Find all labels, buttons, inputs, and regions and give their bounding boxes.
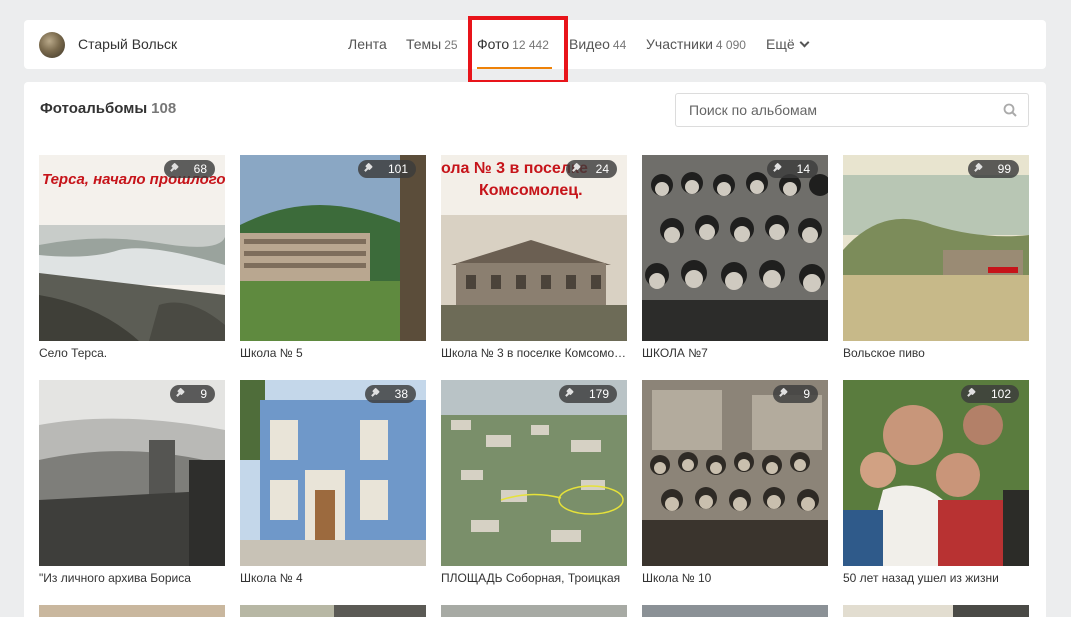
photo-count: 9 [803, 387, 810, 401]
album-thumbnail[interactable]: 99 [843, 155, 1029, 341]
album-thumbnail[interactable]: 38 [240, 380, 426, 566]
tab-label: Темы [406, 36, 442, 52]
photo-count: 38 [394, 387, 408, 401]
album-title[interactable]: ШКОЛА №7 [642, 346, 828, 360]
photo-count: 102 [990, 387, 1011, 401]
album-title[interactable]: Вольское пиво [843, 346, 1029, 360]
tab-count: 4 090 [715, 38, 746, 52]
group-nav: Лента Темы 25 Фото 12 442 Видео 44 Участник… [24, 20, 1046, 69]
pin-icon [967, 389, 977, 399]
photo-count: 14 [796, 162, 810, 176]
pin-icon [170, 164, 180, 174]
album-photo-count-badge: 9 [170, 385, 215, 403]
album-photo-count-badge: 9 [773, 385, 818, 403]
album-thumbnail[interactable]: Терса, начало прошлого 68 [39, 155, 225, 341]
photo-count: 24 [595, 162, 609, 176]
album-photo-count-badge: 99 [967, 160, 1019, 178]
album-photo-count-badge: 68 [163, 160, 215, 178]
pin-icon [371, 389, 381, 399]
album-title[interactable]: "Из личного архива Бориса [39, 571, 225, 585]
tab-count: 12 442 [512, 38, 549, 52]
photo-count: 9 [200, 387, 207, 401]
album-photo-count-badge: 101 [357, 160, 416, 178]
tab-label: Участники [646, 36, 713, 52]
album-thumbnail[interactable] [39, 605, 225, 617]
album-title[interactable]: 50 лет назад ушел из жизни [843, 571, 1029, 585]
album-thumbnail[interactable] [843, 605, 1029, 617]
group-header-bar: Старый Вольск Лента Темы 25 Фото 12 442 Ви… [24, 20, 1046, 69]
tab-label: Лента [348, 36, 387, 52]
pin-icon [572, 164, 582, 174]
album-photo-count-badge: 179 [558, 385, 617, 403]
pin-icon [974, 164, 984, 174]
photo-count: 68 [193, 162, 207, 176]
album-thumbnail[interactable]: 101 [240, 155, 426, 341]
active-tab-underline [477, 67, 552, 69]
photo-caption-text: Комсомолец. [479, 182, 583, 199]
album-title[interactable]: Школа № 3 в поселке Комсомолец [441, 346, 627, 360]
album-photo-count-badge: 24 [565, 160, 617, 178]
tab-label: Фото [477, 36, 510, 52]
album-photo-count-badge: 38 [364, 385, 416, 403]
album-title[interactable]: ПЛОЩАДЬ Соборная, Троицкая [441, 571, 627, 585]
album-search-box [675, 93, 1029, 127]
page-title-label: Фотоальбомы [40, 100, 148, 117]
pin-icon [779, 389, 789, 399]
album-title[interactable]: Школа № 10 [642, 571, 828, 585]
album-thumbnail[interactable]: ола № 3 в поселке Комсомолец. 24 [441, 155, 627, 341]
album-title[interactable]: Школа № 4 [240, 571, 426, 585]
tab-photos[interactable]: Фото 12 442 [477, 36, 549, 52]
album-thumbnail[interactable] [441, 605, 627, 617]
search-input[interactable] [676, 94, 976, 126]
album-thumbnail[interactable]: 102 [843, 380, 1029, 566]
tab-members[interactable]: Участники 4 090 [646, 36, 746, 52]
album-thumbnail[interactable]: 9 [642, 380, 828, 566]
search-icon[interactable] [1003, 103, 1017, 117]
pin-icon [364, 164, 374, 174]
photo-count: 99 [997, 162, 1011, 176]
page-title: Фотоальбомы 108 [40, 100, 176, 117]
photo-count: 179 [588, 387, 609, 401]
tab-label: Ещё [766, 36, 795, 52]
photo-count: 101 [387, 162, 408, 176]
album-thumbnail[interactable]: 14 [642, 155, 828, 341]
albums-count: 108 [151, 100, 177, 117]
tab-video[interactable]: Видео 44 [569, 36, 626, 52]
album-thumbnail[interactable] [240, 605, 426, 617]
albums-panel: Фотоальбомы108 Терса, начало прошлого 68… [24, 82, 1046, 617]
tab-count: 44 [612, 38, 627, 52]
album-title[interactable]: Школа № 5 [240, 346, 426, 360]
tab-topics[interactable]: Темы 25 [406, 36, 458, 52]
pin-icon [773, 164, 783, 174]
album-title[interactable]: Село Терса. [39, 346, 225, 360]
album-thumbnail[interactable]: 179 [441, 380, 627, 566]
album-photo-count-badge: 14 [766, 160, 818, 178]
tab-count: 25 [444, 38, 458, 52]
album-thumbnail[interactable]: 9 [39, 380, 225, 566]
tab-label: Видео [569, 36, 610, 52]
tab-more[interactable]: Ещё [766, 36, 810, 52]
pin-icon [565, 389, 575, 399]
album-photo-count-badge: 102 [960, 385, 1019, 403]
chevron-down-icon [799, 37, 810, 48]
album-thumbnail[interactable] [642, 605, 828, 617]
tab-feed[interactable]: Лента [348, 36, 387, 52]
pin-icon [176, 389, 186, 399]
